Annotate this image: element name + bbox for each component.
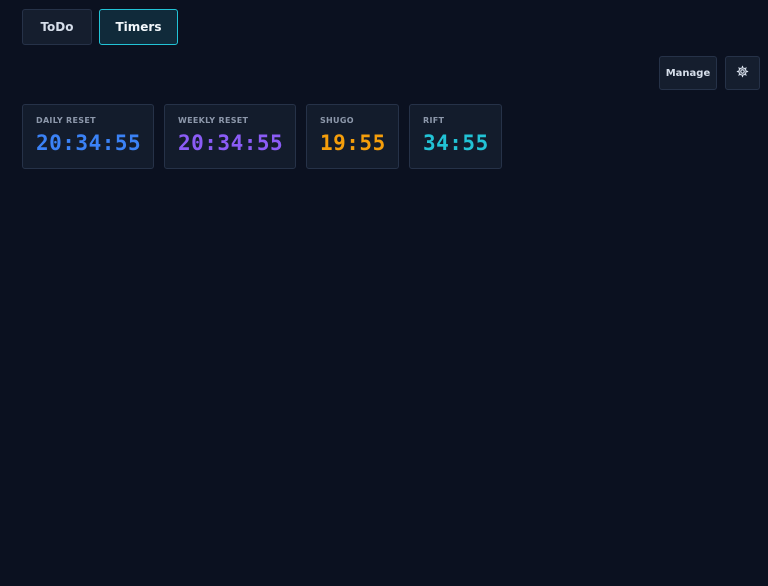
timer-value: 19:55 <box>320 131 386 155</box>
timer-list: DAILY RESET 20:34:55 WEEKLY RESET 20:34:… <box>22 104 502 169</box>
timer-label: WEEKLY RESET <box>178 116 249 125</box>
gear-icon <box>736 65 749 81</box>
timer-label: RIFT <box>423 116 445 125</box>
app-window: ToDo Timers Manage DAILY RESET 20:34:55 … <box>0 0 768 586</box>
manage-button[interactable]: Manage <box>659 56 717 90</box>
toolbar: Manage <box>659 56 760 90</box>
timer-value: 34:55 <box>423 131 489 155</box>
timer-card-daily-reset: DAILY RESET 20:34:55 <box>22 104 154 169</box>
timer-label: SHUGO <box>320 116 354 125</box>
timer-value: 20:34:55 <box>36 131 142 155</box>
timer-card-shugo: SHUGO 19:55 <box>306 104 399 169</box>
timer-card-rift: RIFT 34:55 <box>409 104 502 169</box>
timer-value: 20:34:55 <box>178 131 284 155</box>
tab-timers[interactable]: Timers <box>99 9 178 45</box>
timer-label: DAILY RESET <box>36 116 96 125</box>
tab-todo[interactable]: ToDo <box>22 9 92 45</box>
settings-button[interactable] <box>725 56 760 90</box>
timer-card-weekly-reset: WEEKLY RESET 20:34:55 <box>164 104 296 169</box>
tab-bar: ToDo Timers <box>22 9 178 45</box>
